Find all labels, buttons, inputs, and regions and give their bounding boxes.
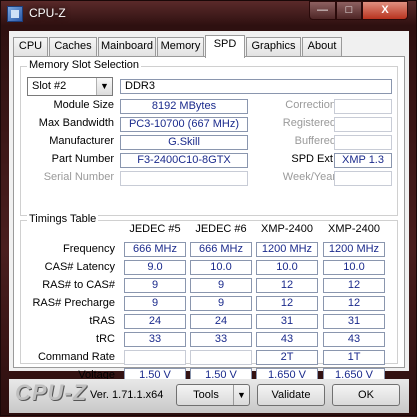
registered-value — [334, 117, 392, 132]
serial-number-label: Serial Number — [43, 171, 114, 183]
timings-cell: 1T — [323, 350, 385, 365]
timings-cell: 43 — [323, 332, 385, 347]
timings-cell — [190, 350, 252, 365]
memory-type-value: DDR3 — [120, 79, 392, 94]
timings-row-label: CAS# Latency — [44, 261, 115, 273]
close-button[interactable]: X — [362, 1, 408, 20]
part-number-label: Part Number — [51, 153, 114, 165]
timings-cell: 10.0 — [190, 260, 252, 275]
timings-cell: 31 — [323, 314, 385, 329]
timings-cell: 33 — [190, 332, 252, 347]
chevron-down-icon[interactable]: ▼ — [96, 78, 112, 95]
minimize-button[interactable]: — — [309, 1, 336, 20]
timings-cell: 24 — [190, 314, 252, 329]
cpuz-window: CPU-Z — □ X CPU Caches Mainboard Memory SPD G… — [0, 0, 417, 416]
timings-cell: 9 — [124, 296, 186, 311]
memory-slot-selection-title: Memory Slot Selection — [27, 59, 142, 71]
part-number-value: F3-2400C10-8GTX — [120, 153, 248, 168]
footer: CPU-Z Ver. 1.71.1.x64 Tools ▼ Validate O… — [1, 379, 417, 417]
title-bar[interactable]: CPU-Z — □ X — [1, 1, 416, 27]
tab-caches[interactable]: Caches — [49, 37, 97, 56]
timings-column-header: XMP-2400 — [328, 223, 380, 235]
ok-button[interactable]: OK — [332, 384, 400, 406]
tools-button-label: Tools — [193, 389, 219, 401]
timings-cell: 12 — [323, 278, 385, 293]
window-title: CPU-Z — [29, 6, 66, 20]
timings-cell: 1200 MHz — [256, 242, 318, 257]
timings-cell: 43 — [256, 332, 318, 347]
timings-cell: 12 — [256, 278, 318, 293]
timings-row-label: tRC — [96, 333, 115, 345]
correction-label: Correction — [285, 99, 336, 111]
spd-ext-value: XMP 1.3 — [334, 153, 392, 168]
timings-cell: 9.0 — [124, 260, 186, 275]
module-size-value: 8192 MBytes — [120, 99, 248, 114]
tab-graphics[interactable]: Graphics — [246, 37, 301, 56]
timings-cell: 24 — [124, 314, 186, 329]
timings-cell: 666 MHz — [124, 242, 186, 257]
timings-column-header: JEDEC #6 — [195, 223, 247, 235]
max-bandwidth-label: Max Bandwidth — [38, 117, 114, 129]
timings-cell: 1200 MHz — [323, 242, 385, 257]
timings-cell: 666 MHz — [190, 242, 252, 257]
week-year-label: Week/Year — [282, 171, 336, 183]
tab-memory[interactable]: Memory — [157, 37, 204, 56]
tools-button[interactable]: Tools ▼ — [176, 384, 250, 406]
serial-number-value — [120, 171, 248, 186]
spd-tab-panel: Memory Slot Selection Slot #2 ▼ DDR3 Mod… — [13, 56, 405, 383]
correction-value — [334, 99, 392, 114]
manufacturer-value: G.Skill — [120, 135, 248, 150]
timings-cell: 31 — [256, 314, 318, 329]
timings-cell: 10.0 — [323, 260, 385, 275]
timings-table-group: Timings Table JEDEC #5 JEDEC #6 XMP-2400 XM… — [20, 213, 398, 383]
slot-select-value: Slot #2 — [32, 80, 67, 92]
timings-cell — [124, 350, 186, 365]
client-area: CPU Caches Mainboard Memory SPD Graphics About… — [9, 31, 409, 383]
memory-slot-selection-group: Memory Slot Selection Slot #2 ▼ DDR3 Mod… — [20, 59, 398, 216]
validate-button[interactable]: Validate — [257, 384, 325, 406]
module-size-label: Module Size — [53, 99, 114, 111]
timings-cell: 12 — [256, 296, 318, 311]
timings-cell: 9 — [190, 296, 252, 311]
timings-cell: 9 — [124, 278, 186, 293]
timings-cell: 12 — [323, 296, 385, 311]
maximize-button[interactable]: □ — [336, 1, 362, 20]
timings-row-label: RAS# to CAS# — [42, 279, 115, 291]
cpuz-logo: CPU-Z — [15, 380, 88, 405]
manufacturer-label: Manufacturer — [49, 135, 114, 147]
tab-about[interactable]: About — [302, 37, 342, 56]
timings-row-label: Command Rate — [37, 351, 115, 363]
tab-mainboard[interactable]: Mainboard — [98, 37, 156, 56]
timings-row-label: tRAS — [89, 315, 115, 327]
tab-cpu[interactable]: CPU — [13, 37, 48, 56]
timings-column-header: JEDEC #5 — [129, 223, 181, 235]
buffered-label: Buffered — [294, 135, 336, 147]
timings-cell: 33 — [124, 332, 186, 347]
buffered-value — [334, 135, 392, 150]
week-year-value — [334, 171, 392, 186]
chevron-down-icon[interactable]: ▼ — [233, 385, 249, 405]
max-bandwidth-value: PC3-10700 (667 MHz) — [120, 117, 248, 132]
timings-row-label: Frequency — [63, 243, 115, 255]
timings-column-header: XMP-2400 — [261, 223, 313, 235]
cpuz-app-icon — [7, 6, 23, 22]
registered-label: Registered — [282, 117, 336, 129]
timings-cell: 10.0 — [256, 260, 318, 275]
timings-cell: 2T — [256, 350, 318, 365]
timings-row-label: RAS# Precharge — [32, 297, 115, 309]
timings-cell: 9 — [190, 278, 252, 293]
slot-select[interactable]: Slot #2 ▼ — [27, 77, 113, 96]
timings-table-title: Timings Table — [27, 213, 99, 225]
spd-ext-label: SPD Ext. — [291, 153, 336, 165]
version-text: Ver. 1.71.1.x64 — [90, 389, 164, 401]
tab-spd[interactable]: SPD — [205, 35, 245, 58]
